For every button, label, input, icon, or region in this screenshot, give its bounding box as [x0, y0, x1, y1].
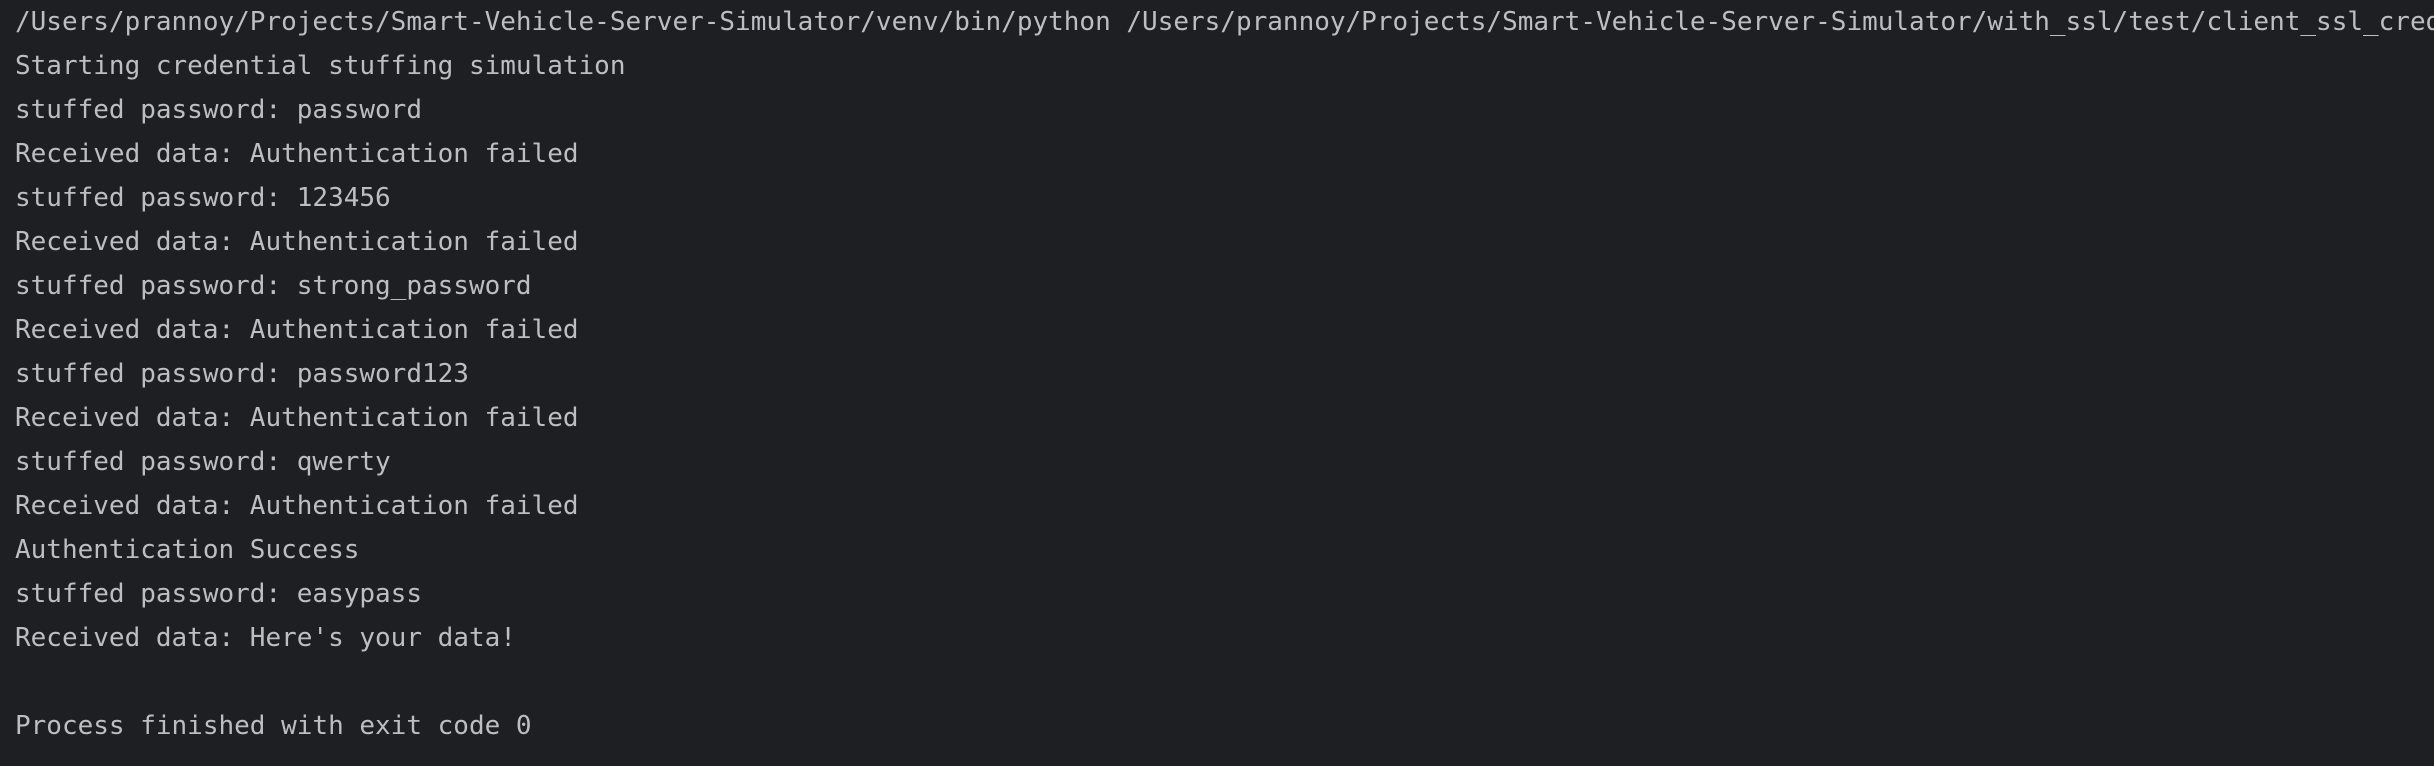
console-line: stuffed password: qwerty: [15, 447, 391, 477]
console-line: Received data: Authentication failed: [15, 139, 579, 169]
console-line: Received data: Authentication failed: [15, 227, 579, 257]
console-line: Received data: Authentication failed: [15, 491, 579, 521]
console-line: Received data: Authentication failed: [15, 315, 579, 345]
console-line: Received data: Authentication failed: [15, 403, 579, 433]
exit-status-line: Process finished with exit code 0: [15, 711, 532, 741]
console-line: stuffed password: easypass: [15, 579, 422, 609]
console-line: stuffed password: password: [15, 95, 422, 125]
console-line: Authentication Success: [15, 535, 360, 565]
console-line: stuffed password: strong_password: [15, 271, 532, 301]
console-line: stuffed password: password123: [15, 359, 469, 389]
console-line: Starting credential stuffing simulation: [15, 51, 626, 81]
console-line: Received data: Here's your data!: [15, 623, 516, 653]
command-line: /Users/prannoy/Projects/Smart-Vehicle-Se…: [15, 7, 2434, 37]
console-line: stuffed password: 123456: [15, 183, 391, 213]
console-output[interactable]: /Users/prannoy/Projects/Smart-Vehicle-Se…: [15, 0, 2434, 748]
run-console: /Users/prannoy/Projects/Smart-Vehicle-Se…: [0, 0, 2434, 766]
